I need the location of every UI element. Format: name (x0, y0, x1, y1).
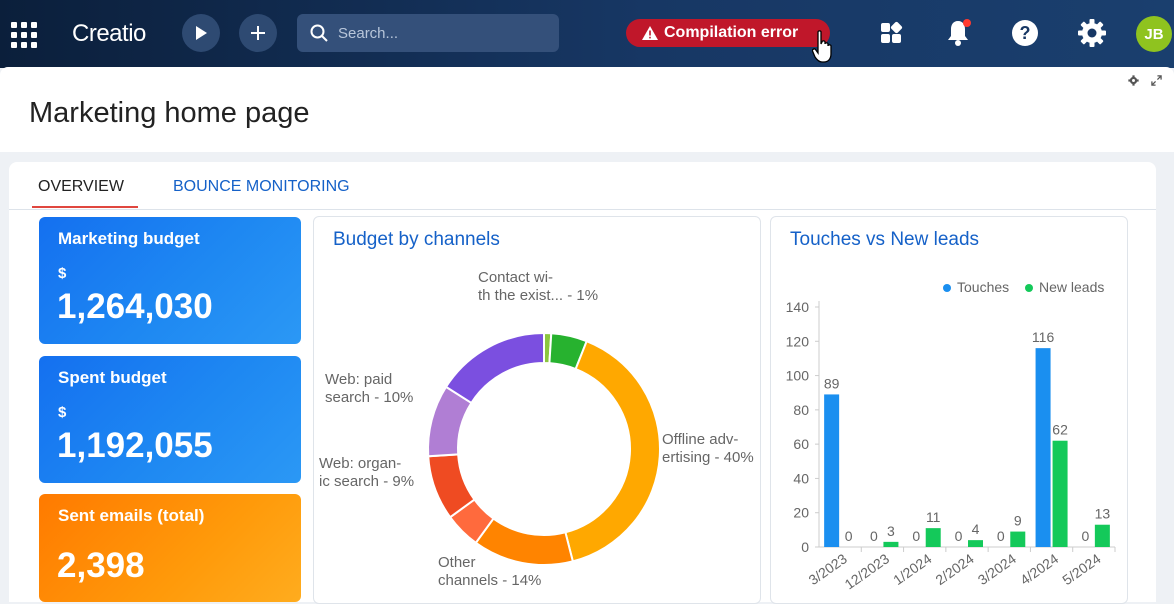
slice-label-web-organic-search: Web: organ-ic search - 9% (319, 455, 415, 490)
x-tick-label: 1/2024 (890, 550, 934, 588)
kpi-title: Marketing budget (58, 229, 200, 248)
kpi-value: 2,398 (57, 546, 145, 585)
header-tools (1128, 75, 1162, 86)
y-tick-label: 40 (793, 470, 809, 486)
x-tick-label: 2/2024 (932, 550, 976, 588)
kpi-title: Sent emails (total) (58, 506, 205, 525)
bar-value-label: 11 (926, 509, 941, 525)
apps-shortcuts-icon[interactable] (876, 18, 906, 48)
hand-cursor-icon (812, 30, 832, 63)
x-tick-label: 5/2024 (1059, 550, 1103, 588)
bar-value-label: 13 (1095, 506, 1111, 522)
y-tick-label: 120 (786, 333, 810, 349)
legend-label-0: Touches (957, 279, 1009, 295)
kpi-title: Spent budget (58, 368, 167, 387)
y-tick-label: 80 (793, 402, 809, 418)
y-tick-label: 0 (801, 539, 809, 555)
legend-marker-1 (1025, 284, 1033, 292)
page-settings-icon[interactable] (1128, 75, 1139, 86)
active-tab-indicator (32, 206, 138, 208)
expand-icon[interactable] (1151, 75, 1162, 86)
x-tick-label: 3/2024 (975, 550, 1019, 588)
page-title: Marketing home page (29, 97, 310, 129)
bar-value-label: 0 (845, 528, 853, 544)
bar-new-leads-5[interactable] (1052, 440, 1068, 547)
bar-new-leads-6[interactable] (1094, 524, 1110, 547)
page-header: Marketing home page (0, 67, 1174, 152)
svg-text:?: ? (1020, 23, 1031, 43)
kpi-value: 1,264,030 (57, 287, 213, 326)
bar-new-leads-1[interactable] (883, 541, 899, 547)
logo[interactable]: Creatio (72, 20, 146, 48)
bar-value-label: 0 (997, 528, 1005, 544)
budget-by-channels-widget: Budget by channels Contact wi-th the exi… (313, 216, 761, 604)
kpi-spent-budget[interactable]: Spent budget $ 1,192,055 (39, 356, 301, 483)
legend-label-1: New leads (1039, 279, 1104, 295)
legend-marker-0 (943, 284, 951, 292)
y-tick-label: 100 (786, 368, 810, 384)
y-tick-label: 60 (793, 436, 809, 452)
kpi-marketing-budget[interactable]: Marketing budget $ 1,264,030 (39, 217, 301, 344)
apps-grid-icon[interactable] (11, 22, 37, 48)
bar-value-label: 89 (824, 375, 840, 391)
slice-label-offline-advertising: Offline adv-ertising - 40% (662, 431, 754, 466)
bar-value-label: 4 (972, 521, 980, 537)
touches-vs-new-leads-widget: Touches vs New leads Touches New leads 0 20… (770, 216, 1128, 604)
kpi-currency: $ (58, 265, 67, 282)
run-button[interactable] (182, 14, 220, 52)
bar-value-label: 3 (887, 523, 895, 539)
x-tick-label: 12/2023 (842, 550, 893, 592)
tab-overview[interactable]: OVERVIEW (38, 178, 124, 196)
bar-new-leads-2[interactable] (925, 528, 941, 547)
bar-new-leads-3[interactable] (968, 540, 983, 547)
bar-value-label: 0 (1081, 528, 1089, 544)
kpi-value: 1,192,055 (57, 426, 213, 465)
play-icon (196, 26, 207, 40)
settings-gear-icon[interactable] (1077, 18, 1107, 48)
bar-value-label: 62 (1052, 422, 1068, 438)
bar-new-leads-4[interactable] (1010, 531, 1026, 547)
search-input[interactable] (336, 23, 540, 43)
bar-value-label: 0 (955, 528, 963, 544)
bar-chart: Touches New leads0204060801001201408903/2… (786, 279, 1116, 592)
notifications-icon[interactable] (943, 18, 973, 48)
bar-touches-0[interactable] (824, 394, 840, 547)
search-box[interactable] (297, 14, 559, 52)
user-avatar[interactable]: JB (1136, 16, 1172, 52)
tab-bounce-monitoring[interactable]: BOUNCE MONITORING (173, 178, 350, 196)
dashboard-panel: OVERVIEW BOUNCE MONITORING Marketing bud… (9, 162, 1156, 604)
compilation-error-button[interactable]: Compilation error (626, 19, 830, 47)
x-tick-label: 4/2024 (1017, 550, 1061, 588)
top-bar: Creatio Compilation error ? JB (0, 0, 1174, 68)
kpi-sent-emails[interactable]: Sent emails (total) 2,398 (39, 494, 301, 602)
kpi-currency: $ (58, 404, 67, 421)
donut-slice-2[interactable] (564, 339, 661, 563)
bar-value-label: 9 (1014, 513, 1022, 529)
slice-label-other-channels: Other channels - 14% (438, 554, 542, 589)
tab-bar: OVERVIEW BOUNCE MONITORING (9, 162, 1156, 210)
bar-touches-5[interactable] (1035, 348, 1051, 547)
donut-slice-7[interactable] (444, 331, 545, 405)
y-tick-label: 140 (786, 299, 810, 315)
add-button[interactable] (239, 14, 277, 52)
y-tick-label: 20 (793, 505, 809, 521)
bar-value-label: 0 (912, 528, 920, 544)
warning-icon (642, 26, 658, 40)
compilation-error-label: Compilation error (664, 24, 799, 41)
slice-label-contact-existing: Contact wi-th the exist... - 1% (478, 269, 599, 304)
bar-value-label: 116 (1032, 329, 1055, 345)
help-icon[interactable]: ? (1010, 18, 1040, 48)
bar-value-label: 0 (870, 528, 878, 544)
slice-label-web-paid-search: Web: paid search - 10% (325, 371, 414, 406)
plus-icon (251, 26, 265, 40)
search-icon (310, 24, 328, 42)
